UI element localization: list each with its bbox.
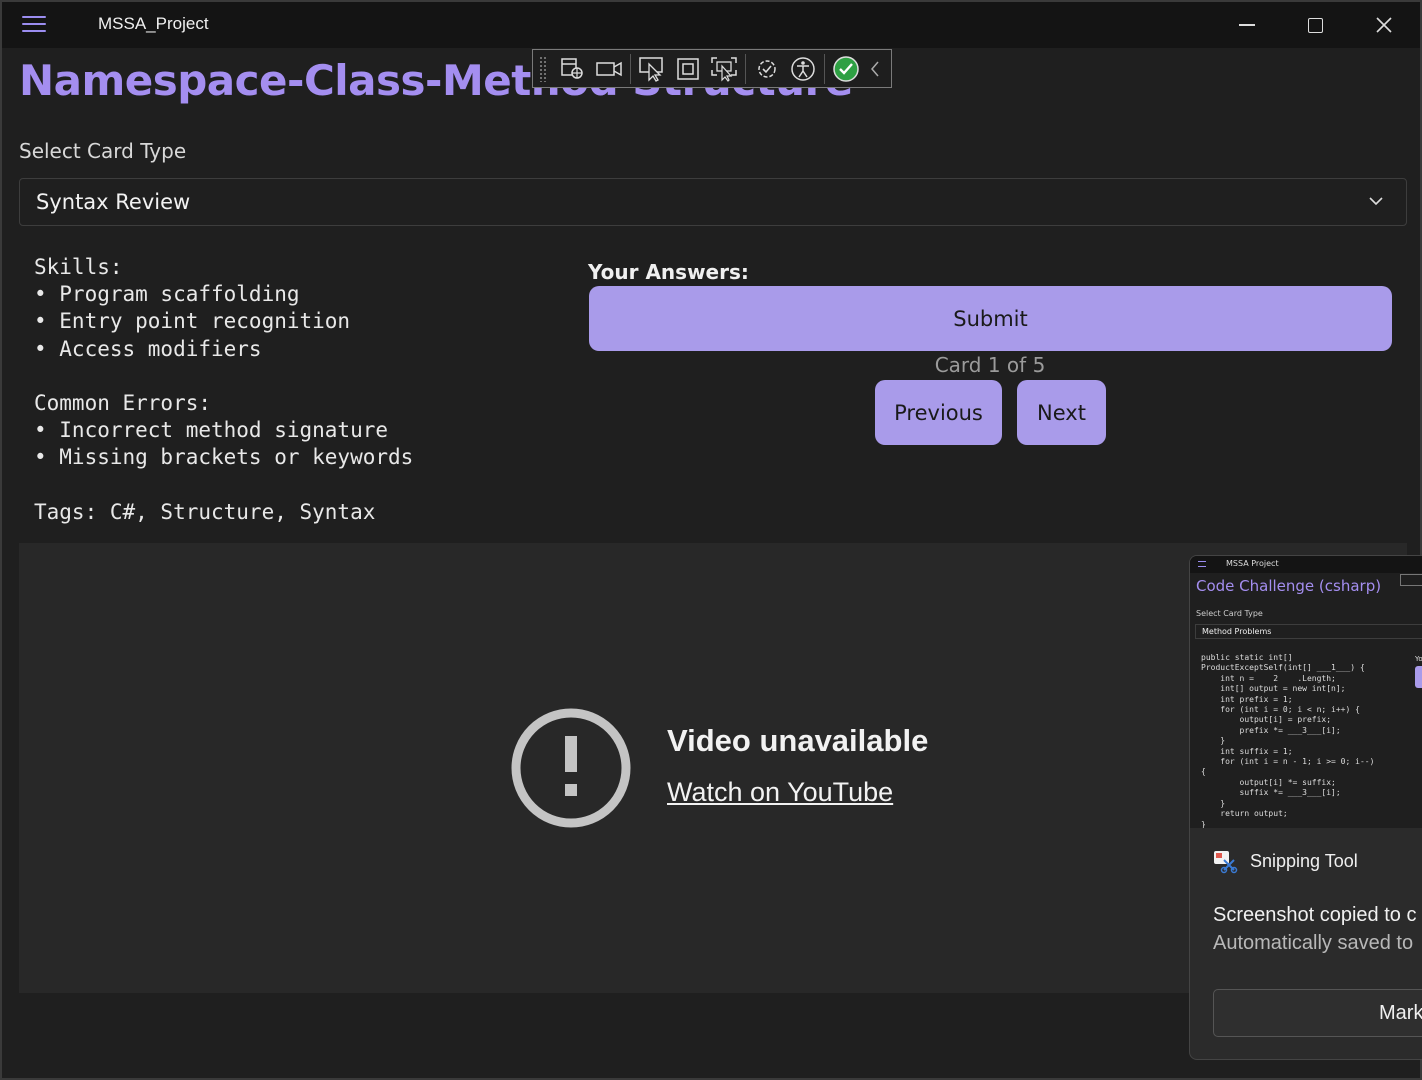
snipping-tool-notification[interactable]: MSSA Project Code Challenge (csharp) Sel… — [1189, 555, 1422, 1060]
hot-reload-button[interactable] — [749, 53, 785, 85]
toolbar-grip-handle[interactable] — [539, 55, 547, 82]
select-element-icon — [639, 56, 663, 82]
thumbnail-submit-button — [1415, 666, 1422, 688]
display-layout-adorners-button[interactable] — [670, 53, 706, 85]
debug-toolbar — [532, 49, 892, 88]
toolbar-separator — [824, 53, 825, 84]
video-camera-icon — [596, 61, 622, 76]
toast-submessage: Automatically saved to — [1213, 932, 1414, 954]
thumbnail-title-bar: MSSA Project — [1190, 556, 1422, 573]
watch-on-youtube-link[interactable]: Watch on YouTube — [667, 777, 893, 808]
collapse-toolbar-button[interactable] — [864, 53, 886, 85]
card-counter: Card 1 of 5 — [934, 353, 1046, 377]
record-button[interactable] — [591, 53, 627, 85]
maximize-button[interactable] — [1281, 2, 1349, 48]
close-icon — [1376, 17, 1392, 33]
select-card-type-label: Select Card Type — [19, 139, 187, 163]
layout-adorner-icon — [677, 57, 699, 80]
accessibility-checker-button[interactable] — [785, 53, 821, 85]
toolbar-separator — [745, 53, 746, 84]
thumbnail-select-label: Select Card Type — [1196, 609, 1263, 618]
thumbnail-heading: Code Challenge (csharp) — [1196, 577, 1382, 595]
card-type-dropdown[interactable]: Syntax Review — [19, 178, 1407, 226]
markup-button[interactable]: Mark — [1213, 989, 1422, 1037]
minimize-button[interactable] — [1213, 2, 1281, 48]
toast-message: Screenshot copied to c — [1213, 904, 1417, 926]
toolbar-separator — [630, 53, 631, 84]
close-button[interactable] — [1350, 2, 1418, 48]
previous-button[interactable]: Previous — [875, 380, 1002, 445]
thumbnail-select: Method Problems — [1195, 624, 1422, 639]
your-answers-label: Your Answers: — [588, 260, 749, 284]
title-bar: MSSA_Project — [2, 2, 1420, 48]
thumbnail-debug-toolbar — [1400, 574, 1422, 586]
live-visual-tree-button[interactable] — [555, 53, 591, 85]
video-unavailable-title: Video unavailable — [667, 723, 929, 758]
next-button[interactable]: Next — [1017, 380, 1106, 445]
maximize-icon — [1307, 17, 1323, 33]
track-focus-button[interactable] — [706, 53, 742, 85]
binding-status-button[interactable] — [828, 53, 864, 85]
thumbnail-app-title: MSSA Project — [1226, 559, 1279, 568]
chevron-left-icon — [871, 61, 879, 76]
thumbnail-answers-label: Yo — [1415, 655, 1422, 663]
visual-tree-icon — [561, 57, 583, 79]
card-type-selected-value: Syntax Review — [36, 190, 191, 214]
snipping-tool-icon — [1214, 851, 1238, 874]
chevron-down-icon — [1369, 197, 1383, 206]
toast-app-name: Snipping Tool — [1250, 850, 1358, 871]
screenshot-thumbnail[interactable]: MSSA Project Code Challenge (csharp) Sel… — [1190, 556, 1422, 828]
toast-app-header: Snipping Tool — [1212, 848, 1358, 874]
hot-reload-icon — [758, 59, 776, 78]
window-title: MSSA_Project — [98, 14, 209, 33]
exclamation-circle-icon — [511, 708, 631, 828]
minimize-icon — [1239, 24, 1255, 26]
submit-button[interactable]: Submit — [589, 286, 1392, 351]
card-content-text: Skills: • Program scaffolding • Entry po… — [34, 255, 414, 524]
track-focus-icon — [711, 56, 737, 82]
hamburger-menu-icon[interactable] — [22, 16, 46, 34]
checkmark-circle-icon — [833, 55, 859, 82]
thumbnail-code: public static int[] ProductExceptSelf(in… — [1201, 653, 1375, 828]
select-element-button[interactable] — [634, 53, 670, 85]
accessibility-icon — [791, 56, 815, 81]
hamburger-menu-icon — [1198, 561, 1206, 567]
